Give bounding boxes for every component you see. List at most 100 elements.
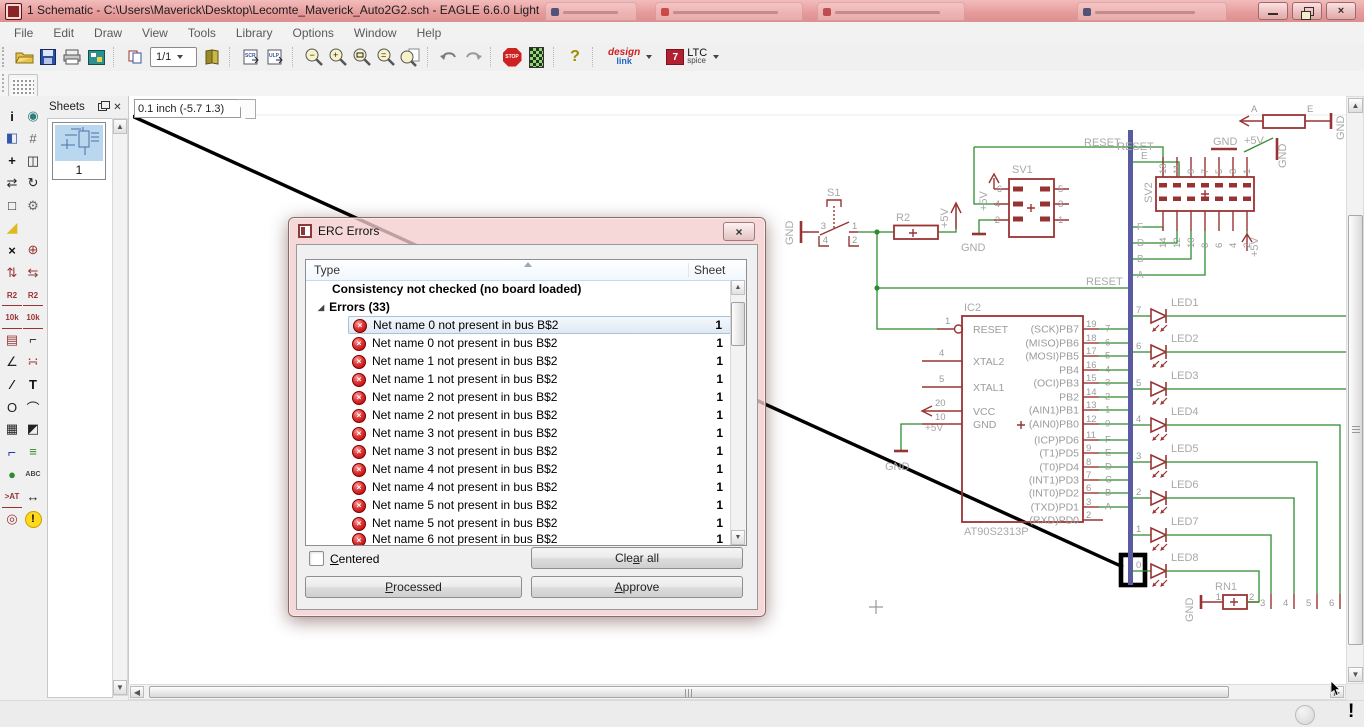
tool-rotate[interactable]: ↻ (23, 173, 43, 193)
tool-arc[interactable]: ⌒ (23, 397, 43, 417)
zoom-redraw-button[interactable] (398, 45, 422, 69)
horizontal-scroll-thumb[interactable] (149, 686, 1229, 698)
erc-error-list[interactable]: Type Sheet Consistency not checked (no b… (305, 259, 747, 546)
tool-smash-name[interactable]: R2 (23, 285, 43, 307)
menu-tools[interactable]: Tools (178, 24, 226, 42)
print-button[interactable] (60, 45, 84, 69)
menu-draw[interactable]: Draw (84, 24, 132, 42)
tool-polygon[interactable]: ◩ (23, 419, 43, 439)
menu-window[interactable]: Window (344, 24, 407, 42)
erc-consistency-row[interactable]: Consistency not checked (no board loaded… (306, 280, 731, 298)
tool-copy[interactable]: ◫ (23, 151, 43, 171)
tool-net[interactable]: ≡ (23, 442, 43, 462)
tool-attribute[interactable]: >AT (2, 487, 22, 508)
erc-error-row[interactable]: × Net name 4 not present in bus B$2 1 (348, 478, 731, 496)
help-button[interactable]: ? (563, 45, 587, 69)
centered-checkbox[interactable] (309, 551, 324, 566)
sheet-1-thumbnail[interactable]: 1 (52, 122, 106, 180)
scroll-up-icon[interactable]: ▲ (1348, 98, 1363, 113)
erc-error-row[interactable]: × Net name 1 not present in bus B$2 1 (348, 370, 731, 388)
zoom-fit-button[interactable]: = (374, 45, 398, 69)
tool-erc[interactable]: ◎ (2, 509, 22, 529)
menu-file[interactable]: File (4, 24, 43, 42)
scroll-down-icon[interactable]: ▼ (731, 530, 745, 545)
scroll-down-icon[interactable]: ▼ (1348, 667, 1363, 682)
menu-library[interactable]: Library (226, 24, 283, 42)
erc-error-row[interactable]: × Net name 2 not present in bus B$2 1 (348, 406, 731, 424)
sheet-selector[interactable]: 1/1 (150, 47, 197, 67)
vertical-scroll-thumb[interactable] (1348, 215, 1363, 645)
script-button[interactable]: SCR (239, 45, 263, 69)
tool-errors[interactable]: ! (23, 509, 43, 529)
tool-invoke[interactable]: ∺ (23, 352, 43, 372)
tool-display[interactable]: ◧ (2, 128, 22, 148)
column-sheet[interactable]: Sheet (688, 263, 746, 277)
centered-checkbox-row[interactable]: Centered (309, 551, 379, 566)
tool-value[interactable]: 10k (2, 308, 22, 329)
erc-error-row[interactable]: × Net name 0 not present in bus B$2 1 (348, 334, 731, 352)
sheets-scrollbar[interactable]: ▲ ▼ (112, 118, 128, 696)
tool-dimension[interactable]: ↔ (23, 487, 43, 507)
float-panel-button[interactable] (96, 101, 110, 114)
go-button[interactable] (524, 45, 548, 69)
dialog-titlebar[interactable]: ERC Errors × (289, 218, 765, 244)
close-panel-button[interactable]: ✕ (111, 101, 124, 114)
sheet-swap-button[interactable] (123, 45, 147, 69)
vertical-scrollbar[interactable]: ▲ ▼ (1346, 96, 1364, 684)
undo-button[interactable] (437, 45, 461, 69)
tool-mirror[interactable]: ⇄ (2, 173, 22, 193)
stop-button[interactable]: STOP (500, 45, 524, 69)
tool-name[interactable]: R2 (2, 285, 22, 307)
list-header[interactable]: Type Sheet (306, 260, 746, 281)
close-button[interactable]: × (1326, 2, 1356, 20)
collapse-arrow-icon[interactable]: ◢ (318, 303, 324, 312)
tool-info[interactable]: i (2, 106, 22, 126)
tool-wire[interactable]: ∕ (2, 375, 22, 395)
list-scroll-thumb[interactable] (731, 302, 745, 346)
scroll-up-icon[interactable]: ▲ (113, 119, 127, 134)
tool-miter[interactable]: ⌐ (23, 330, 43, 350)
erc-error-row[interactable]: × Net name 5 not present in bus B$2 1 (348, 496, 731, 514)
tool-show[interactable]: ◉ (23, 106, 43, 126)
approve-button[interactable]: Approve (531, 576, 743, 598)
tool-junction[interactable]: ● (2, 464, 22, 484)
tool-add[interactable]: ⊕ (23, 240, 43, 260)
tool-rect[interactable]: ▦ (2, 419, 22, 439)
ltc-spice-button[interactable]: 7 LTC spice (666, 48, 720, 65)
menu-view[interactable]: View (132, 24, 178, 42)
save-button[interactable] (36, 45, 60, 69)
tool-move[interactable]: + (2, 151, 22, 171)
erc-error-row[interactable]: × Net name 4 not present in bus B$2 1 (348, 460, 731, 478)
tool-smash[interactable]: ▤ (2, 330, 22, 350)
tool-text[interactable]: T (23, 375, 43, 395)
zoom-out-button[interactable]: − (302, 45, 326, 69)
tool-pinswap[interactable]: ⇅ (2, 263, 22, 283)
ulp-button[interactable]: ULP (263, 45, 287, 69)
board-button[interactable] (84, 45, 108, 69)
processed-button[interactable]: Processed (305, 576, 522, 598)
minimize-button[interactable] (1258, 2, 1288, 20)
list-scrollbar[interactable]: ▲ ▼ (730, 280, 746, 545)
tool-split[interactable]: ∠ (2, 352, 22, 372)
erc-error-row[interactable]: × Net name 6 not present in bus B$2 1 (348, 532, 731, 545)
open-button[interactable] (12, 45, 36, 69)
clear-all-button[interactable]: Clear all (531, 547, 743, 569)
tool-cut[interactable]: ◢ (2, 218, 22, 238)
tool-change[interactable]: ⚙ (23, 196, 43, 216)
erc-error-row[interactable]: × Net name 2 not present in bus B$2 1 (348, 388, 731, 406)
menu-options[interactable]: Options (283, 24, 344, 42)
menu-help[interactable]: Help (407, 24, 452, 42)
zoom-in-button[interactable]: + (326, 45, 350, 69)
menu-edit[interactable]: Edit (43, 24, 84, 42)
tool-value-alt[interactable]: 10k (23, 308, 43, 329)
tool-grid[interactable]: # (23, 128, 43, 148)
erc-error-row[interactable]: × Net name 0 not present in bus B$2 1 (348, 316, 731, 334)
tool-circle[interactable]: O (2, 397, 22, 417)
tool-label[interactable]: ABC (23, 464, 43, 484)
zoom-select-button[interactable] (350, 45, 374, 69)
scroll-down-icon[interactable]: ▼ (113, 680, 127, 695)
redo-button[interactable] (461, 45, 485, 69)
erc-error-row[interactable]: × Net name 3 not present in bus B$2 1 (348, 442, 731, 460)
scroll-up-icon[interactable]: ▲ (731, 280, 745, 295)
erc-error-row[interactable]: × Net name 5 not present in bus B$2 1 (348, 514, 731, 532)
